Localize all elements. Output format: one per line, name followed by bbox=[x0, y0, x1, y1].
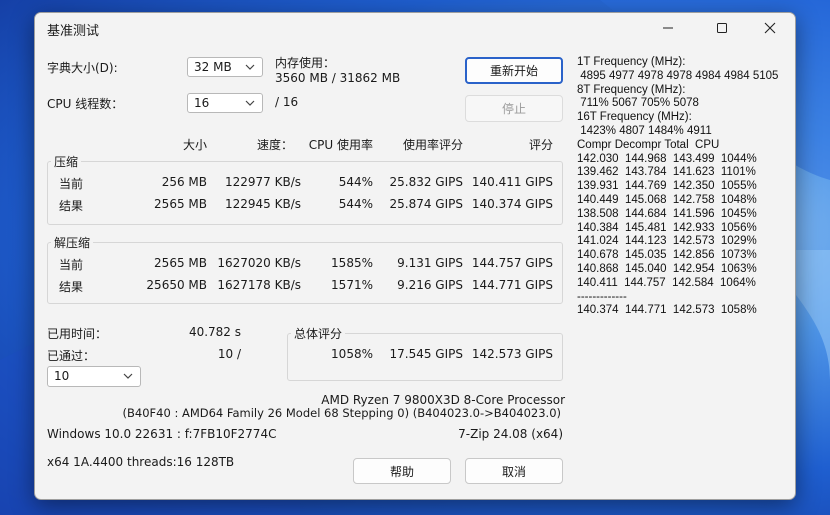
log-line: 142.030 144.968 143.499 1044% bbox=[577, 152, 757, 165]
passes-select-value: 10 bbox=[54, 369, 70, 383]
speed-cell: 122977 KB/s bbox=[224, 175, 301, 189]
cpu-detail: (B40F40 : AMD64 Family 26 Model 68 Stepp… bbox=[122, 406, 561, 420]
log-line: Compr Decompr Total CPU bbox=[577, 138, 720, 151]
frequency-log: 1T Frequency (MHz): 4895 4977 4978 4978 … bbox=[577, 56, 795, 318]
col-header-score: 评分 bbox=[528, 138, 553, 152]
decompression-group bbox=[47, 242, 563, 304]
cpu-usage-cell: 544% bbox=[338, 175, 373, 189]
restart-button[interactable]: 重新开始 bbox=[465, 57, 563, 84]
size-cell: 2565 MB bbox=[154, 256, 207, 270]
compression-group bbox=[47, 161, 563, 225]
row-label: 当前 bbox=[59, 258, 84, 272]
log-line: 140.374 144.771 142.573 1058% bbox=[577, 304, 757, 317]
cpu-usage-cell: 1585% bbox=[331, 256, 373, 270]
usage-score-cell: 9.216 GIPS bbox=[397, 278, 463, 292]
log-line: 8T Frequency (MHz): bbox=[577, 83, 686, 96]
usage-score-cell: 9.131 GIPS bbox=[397, 256, 463, 270]
log-line: 140.411 144.757 142.584 1064% bbox=[577, 276, 756, 289]
cpu-usage-cell: 1571% bbox=[331, 278, 373, 292]
speed-cell: 122945 KB/s bbox=[224, 197, 301, 211]
size-cell: 2565 MB bbox=[154, 197, 207, 211]
chevron-down-icon bbox=[123, 373, 133, 379]
col-header-speed: 速度： bbox=[256, 138, 293, 152]
dict-size-value: 32 MB bbox=[194, 60, 232, 74]
benchmark-dialog: 基准测试 字典大小(D): 32 MB 内存使用： 3560 MB / 3186… bbox=[34, 12, 796, 500]
memory-usage-value: 3560 MB / 31862 MB bbox=[275, 71, 401, 85]
cpu-name: AMD Ryzen 7 9800X3D 8-Core Processor bbox=[321, 393, 565, 407]
cancel-button[interactable]: 取消 bbox=[465, 458, 563, 484]
chevron-down-icon bbox=[245, 100, 255, 106]
passed-label: 已通过： bbox=[47, 349, 96, 363]
log-line: 139.931 144.769 142.350 1055% bbox=[577, 180, 757, 193]
row-label: 当前 bbox=[59, 177, 84, 191]
stop-button[interactable]: 停止 bbox=[465, 95, 563, 122]
close-button[interactable] bbox=[747, 13, 793, 43]
log-line: 138.508 144.684 141.596 1045% bbox=[577, 207, 757, 220]
col-header-usage-score: 使用率评分 bbox=[402, 138, 463, 152]
log-line: 4895 4977 4978 4978 4984 4984 5105 bbox=[577, 69, 779, 82]
os-info: Windows 10.0 22631 : f:7FB10F2774C bbox=[47, 427, 277, 441]
elapsed-time-label: 已用时间： bbox=[47, 327, 108, 341]
score-cell: 140.374 GIPS bbox=[471, 197, 553, 211]
cpu-threads-total: / 16 bbox=[275, 95, 299, 109]
log-line: 140.384 145.481 142.933 1056% bbox=[577, 221, 757, 234]
total-cpu-usage: 1058% bbox=[331, 347, 373, 361]
row-label: 结果 bbox=[59, 280, 84, 294]
minimize-icon bbox=[663, 27, 673, 29]
log-line: 16T Frequency (MHz): bbox=[577, 111, 692, 124]
col-header-size: 大小 bbox=[182, 138, 207, 152]
size-cell: 25650 MB bbox=[146, 278, 207, 292]
speed-cell: 1627178 KB/s bbox=[217, 278, 301, 292]
usage-score-cell: 25.832 GIPS bbox=[389, 175, 464, 189]
score-cell: 140.411 GIPS bbox=[471, 175, 553, 189]
log-line: ------------- bbox=[577, 290, 627, 303]
arch-info: x64 1A.4400 threads:16 128TB bbox=[47, 455, 235, 469]
log-line: 1T Frequency (MHz): bbox=[577, 56, 686, 68]
decompression-group-title: 解压缩 bbox=[51, 234, 94, 251]
usage-score-cell: 25.874 GIPS bbox=[389, 197, 464, 211]
dict-size-label: 字典大小(D): bbox=[47, 61, 118, 75]
cpu-usage-cell: 544% bbox=[338, 197, 373, 211]
speed-cell: 1627020 KB/s bbox=[217, 256, 301, 270]
memory-usage-label: 内存使用： bbox=[275, 56, 336, 70]
total-rating-title: 总体评分 bbox=[291, 325, 346, 342]
log-line: 711% 5067 705% 5078 bbox=[577, 97, 699, 110]
maximize-button[interactable] bbox=[699, 13, 745, 43]
minimize-button[interactable] bbox=[645, 13, 691, 43]
cpu-threads-select[interactable]: 16 bbox=[187, 93, 263, 113]
window-title: 基准测试 bbox=[47, 24, 100, 39]
passes-select[interactable]: 10 bbox=[47, 366, 141, 387]
size-cell: 256 MB bbox=[161, 175, 207, 189]
total-usage-score: 17.545 GIPS bbox=[389, 347, 464, 361]
close-icon bbox=[764, 22, 776, 34]
score-cell: 144.771 GIPS bbox=[471, 278, 553, 292]
dict-size-select[interactable]: 32 MB bbox=[187, 57, 263, 77]
elapsed-time-value: 40.782 s bbox=[188, 325, 241, 339]
title-bar: 基准测试 bbox=[35, 13, 795, 43]
log-line: 1423% 4807 1484% 4911 bbox=[577, 124, 712, 137]
maximize-icon bbox=[717, 23, 727, 33]
log-line: 140.449 145.068 142.758 1048% bbox=[577, 193, 757, 206]
chevron-down-icon bbox=[245, 64, 255, 70]
log-line: 140.868 145.040 142.954 1063% bbox=[577, 262, 757, 275]
row-label: 结果 bbox=[59, 199, 84, 213]
log-line: 139.462 143.784 141.623 1101% bbox=[577, 166, 756, 179]
log-line: 141.024 144.123 142.573 1029% bbox=[577, 235, 757, 248]
version-info: 7-Zip 24.08 (x64) bbox=[458, 427, 563, 441]
total-score: 142.573 GIPS bbox=[471, 347, 553, 361]
cpu-threads-label: CPU 线程数： bbox=[47, 97, 124, 111]
help-button[interactable]: 帮助 bbox=[353, 458, 451, 484]
log-line: 140.678 145.035 142.856 1073% bbox=[577, 249, 757, 262]
cpu-threads-value: 16 bbox=[194, 96, 210, 110]
passed-value: 10 / bbox=[217, 347, 241, 361]
score-cell: 144.757 GIPS bbox=[471, 256, 553, 270]
compression-group-title: 压缩 bbox=[51, 153, 82, 170]
col-header-cpu-usage: CPU 使用率 bbox=[308, 138, 373, 152]
